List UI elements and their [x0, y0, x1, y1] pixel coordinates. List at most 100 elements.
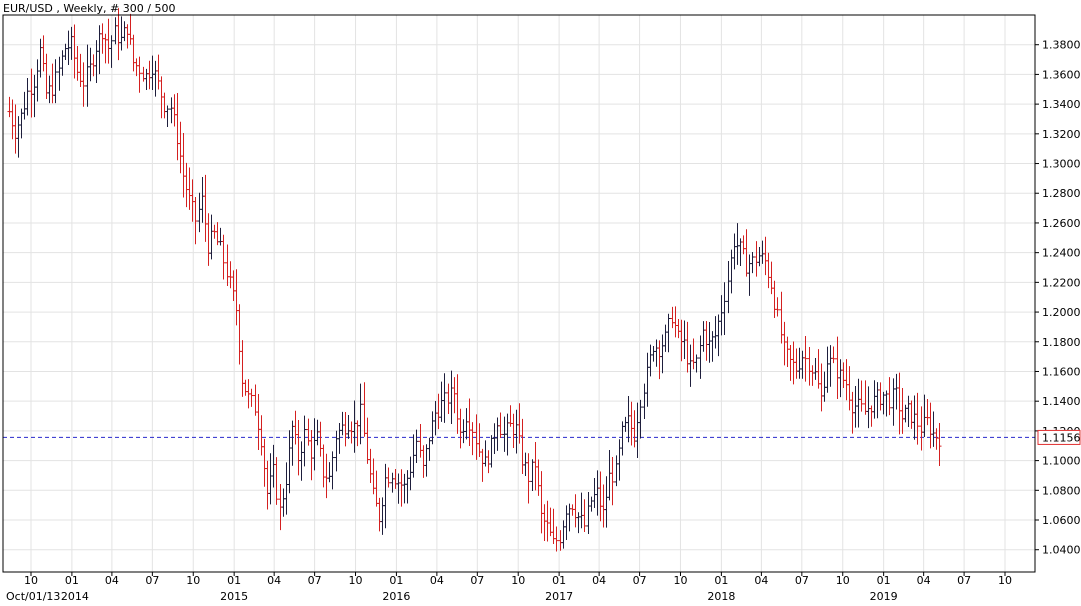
ohlc-bar: [439, 381, 444, 422]
ohlc-bar: [380, 497, 385, 535]
ohlc-bar: [349, 421, 354, 444]
grid-lines: [3, 15, 1035, 572]
ohlc-bar: [915, 392, 920, 445]
ohlc-bar: [402, 473, 407, 504]
ohlc-bar: [240, 340, 245, 397]
ohlc-bar: [343, 411, 348, 447]
y-tick-label: 1.2200: [1042, 276, 1081, 289]
ohlc-bar: [685, 321, 690, 373]
ohlc-bar: [875, 382, 880, 419]
ohlc-bar: [274, 457, 279, 505]
ohlc-bar: [172, 94, 177, 127]
ohlc-bar: [368, 448, 373, 484]
ohlc-bar: [281, 488, 286, 517]
ohlc-bar: [542, 504, 547, 541]
ohlc-chart[interactable]: 1.04001.06001.08001.10001.12001.14001.16…: [0, 0, 1081, 606]
ohlc-bar: [844, 359, 849, 401]
ohlc-bar: [156, 54, 161, 90]
ohlc-bar: [866, 386, 871, 429]
ohlc-bar: [153, 60, 158, 97]
ohlc-bar: [623, 416, 628, 432]
ohlc-bar: [249, 388, 254, 407]
ohlc-bar: [545, 500, 550, 542]
x-sublabel: 2016: [382, 590, 410, 603]
ohlc-bar: [816, 349, 821, 389]
ohlc-bar: [570, 504, 575, 516]
ohlc-bar: [386, 467, 391, 488]
ohlc-bar: [41, 35, 46, 72]
ohlc-bar: [69, 26, 74, 60]
y-tick-label: 1.2800: [1042, 187, 1081, 200]
ohlc-bar: [106, 18, 111, 64]
ohlc-bar: [302, 415, 307, 467]
ohlc-bar: [184, 162, 189, 208]
ohlc-bar: [97, 25, 102, 75]
x-tick-label: 10: [511, 574, 525, 587]
x-tick-label: 04: [592, 574, 606, 587]
y-tick-label: 1.0800: [1042, 484, 1081, 497]
y-tick-label: 1.3800: [1042, 39, 1081, 52]
x-tick-label: 01: [389, 574, 403, 587]
ohlc-bar: [713, 316, 718, 349]
x-tick-label: 10: [836, 574, 850, 587]
ohlc-bar: [284, 462, 289, 515]
ohlc-bar: [592, 477, 597, 509]
ohlc-bar: [446, 383, 451, 415]
ohlc-bar: [405, 470, 410, 504]
ohlc-bar: [243, 379, 248, 396]
ohlc-bar: [256, 393, 261, 451]
ohlc-bar: [863, 380, 868, 415]
ohlc-bar: [134, 58, 139, 77]
ohlc-bar: [794, 348, 799, 379]
ohlc-bar: [825, 346, 830, 393]
ohlc-bar: [113, 17, 118, 45]
ohlc-bar: [561, 520, 566, 549]
ohlc-bar: [539, 471, 544, 534]
ohlc-bar: [327, 462, 332, 483]
ohlc-bar: [582, 499, 587, 532]
ohlc-bar: [909, 400, 914, 429]
ohlc-bar: [754, 241, 759, 277]
ohlc-bar: [847, 366, 852, 411]
ohlc-bar: [231, 270, 236, 301]
ohlc-bar: [710, 331, 715, 362]
y-tick-label: 1.1600: [1042, 365, 1081, 378]
ohlc-bar: [676, 319, 681, 339]
ohlc-bar: [449, 370, 454, 425]
x-tick-label: 01: [877, 574, 891, 587]
ohlc-bar: [579, 492, 584, 529]
x-tick-label: 04: [754, 574, 768, 587]
ohlc-bar: [10, 99, 15, 140]
ohlc-bar: [722, 282, 727, 335]
ohlc-bar: [131, 34, 136, 72]
x-sublabel: 2015: [220, 590, 248, 603]
x-tick-label: 10: [186, 574, 200, 587]
ohlc-bar: [897, 372, 902, 435]
ohlc-bar: [894, 373, 899, 410]
ohlc-bar: [869, 405, 874, 427]
ohlc-bar: [16, 116, 21, 158]
ohlc-bar: [663, 324, 668, 352]
ohlc-bar: [928, 402, 933, 449]
ohlc-bar: [234, 269, 239, 326]
x-tick-label: 04: [917, 574, 931, 587]
ohlc-bar: [819, 363, 824, 412]
ohlc-bar: [791, 341, 796, 385]
ohlc-bar: [262, 438, 267, 487]
ohlc-bar: [25, 78, 30, 116]
ohlc-bar: [822, 371, 827, 402]
ohlc-bar: [567, 503, 572, 532]
ohlc-bar: [147, 60, 152, 90]
x-tick-label: 04: [105, 574, 119, 587]
ohlc-bar: [296, 420, 301, 476]
ohlc-bar: [334, 430, 339, 472]
ohlc-bar: [371, 458, 376, 495]
ohlc-bar: [122, 21, 127, 42]
ohlc-bar: [670, 306, 675, 329]
ohlc-bar: [903, 404, 908, 423]
ohlc-bar: [103, 33, 108, 64]
ohlc-bar: [187, 167, 192, 210]
ohlc-bar: [221, 234, 226, 280]
ohlc-bar: [109, 35, 114, 68]
ohlc-bar: [390, 472, 395, 493]
